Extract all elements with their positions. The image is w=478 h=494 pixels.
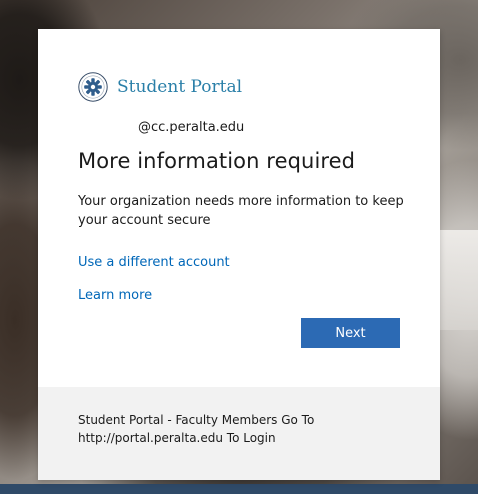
portal-name: Student Portal	[117, 77, 243, 97]
footer-banner: Student Portal - Faculty Members Go To h…	[38, 387, 440, 480]
account-email: @cc.peralta.edu	[138, 120, 245, 135]
description-text: Your organization needs more information…	[78, 194, 404, 228]
next-button[interactable]: Next	[301, 318, 400, 348]
branding-logo: Student Portal	[78, 71, 242, 103]
use-different-account-link[interactable]: Use a different account	[78, 255, 230, 270]
background-bottom-strip	[0, 484, 478, 494]
background-paper-stack	[440, 230, 478, 330]
college-seal-icon	[78, 72, 108, 102]
page-title: More information required	[78, 149, 356, 173]
sign-in-card: Student Portal @cc.peralta.edu More info…	[38, 29, 440, 480]
footer-text: Student Portal - Faculty Members Go To h…	[78, 413, 315, 445]
learn-more-link[interactable]: Learn more	[78, 288, 152, 303]
